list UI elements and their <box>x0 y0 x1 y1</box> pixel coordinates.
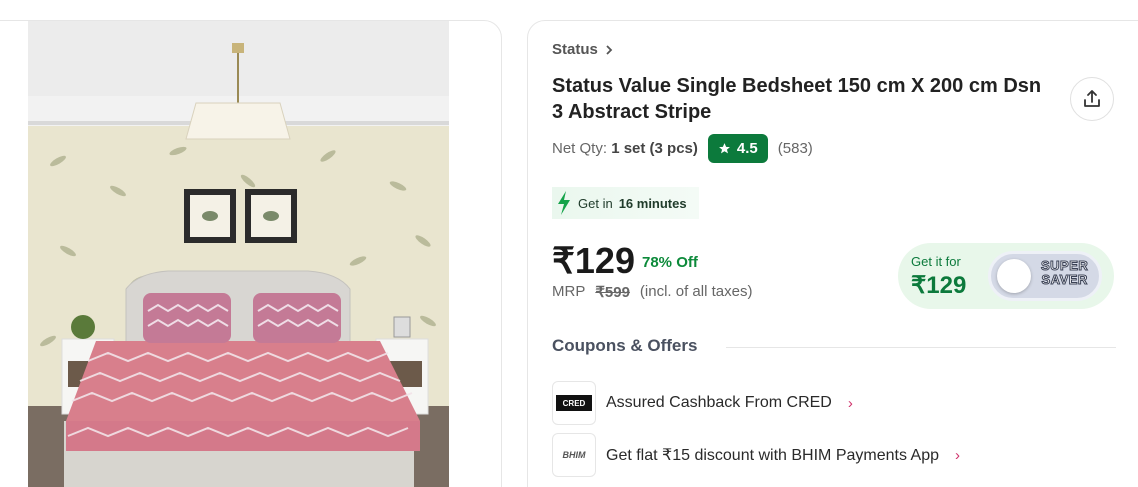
super-saver-badge-line1: SUPER <box>1040 258 1089 273</box>
offers-heading: Coupons & Offers <box>552 336 698 355</box>
net-qty-label: Net Qty: <box>552 140 608 157</box>
super-saver-label: Get it for <box>911 254 961 269</box>
share-icon <box>1084 90 1100 107</box>
offer-text: Get flat ₹15 discount with BHIM Payments… <box>606 447 939 464</box>
product-image[interactable] <box>28 21 449 487</box>
selling-price: ₹129 <box>552 240 635 281</box>
mrp-label: MRP <box>552 283 586 300</box>
offer-item-cred[interactable]: CRED Assured Cashback From CRED › <box>552 381 853 425</box>
super-saver-card: Get it for ₹129 SUPER SAVER <box>898 243 1114 309</box>
cred-logo-mark: CRED <box>556 395 592 411</box>
share-button[interactable] <box>1070 77 1114 121</box>
cred-logo-text: CRED <box>562 398 586 408</box>
discount-label: 78% Off <box>642 254 698 271</box>
net-qty-row: Net Qty: 1 set (3 pcs) 4.5 (583) <box>552 134 813 163</box>
chevron-right-icon: › <box>955 446 960 464</box>
rating-badge: 4.5 <box>707 134 768 163</box>
super-saver-toggle[interactable]: SUPER SAVER <box>988 251 1102 301</box>
star-icon <box>718 143 730 154</box>
super-saver-badge: SUPER SAVER <box>1040 258 1089 287</box>
product-title: Status Value Single Bedsheet 150 cm X 20… <box>552 75 1042 123</box>
bhim-logo-text: BHIM <box>562 450 586 460</box>
delivery-badge: Get in 16 minutes <box>552 187 699 219</box>
product-info-card: Status Status Value Single Bedsheet 150 … <box>527 20 1138 487</box>
net-qty-text: Net Qty: 1 set (3 pcs) <box>552 140 698 157</box>
lightning-icon <box>558 191 570 215</box>
tax-note: (incl. of all taxes) <box>639 283 753 300</box>
chevron-right-icon <box>606 44 613 55</box>
toggle-knob <box>997 259 1031 293</box>
mrp-row: MRP ₹599 (incl. of all taxes) <box>552 283 752 301</box>
offer-item-bhim[interactable]: BHIM Get flat ₹15 discount with BHIM Pay… <box>552 433 960 477</box>
cred-logo: CRED <box>552 381 596 425</box>
mrp-value: ₹599 <box>595 284 630 301</box>
brand-link[interactable]: Status <box>552 41 614 58</box>
super-saver-badge-line2: SAVER <box>1041 272 1088 287</box>
delivery-prefix: Get in <box>578 195 613 211</box>
product-image-card <box>0 20 502 487</box>
offer-text: Assured Cashback From CRED <box>606 394 832 411</box>
net-qty-value: 1 set (3 pcs) <box>611 140 698 157</box>
bhim-logo: BHIM <box>552 433 596 477</box>
rating-value: 4.5 <box>736 140 758 157</box>
offers-divider <box>726 347 1116 348</box>
brand-label: Status <box>552 41 598 58</box>
rating-count: (583) <box>777 140 813 157</box>
delivery-time: 16 minutes <box>618 195 687 211</box>
super-saver-price: ₹129 <box>911 272 967 299</box>
chevron-right-icon: › <box>847 394 853 412</box>
